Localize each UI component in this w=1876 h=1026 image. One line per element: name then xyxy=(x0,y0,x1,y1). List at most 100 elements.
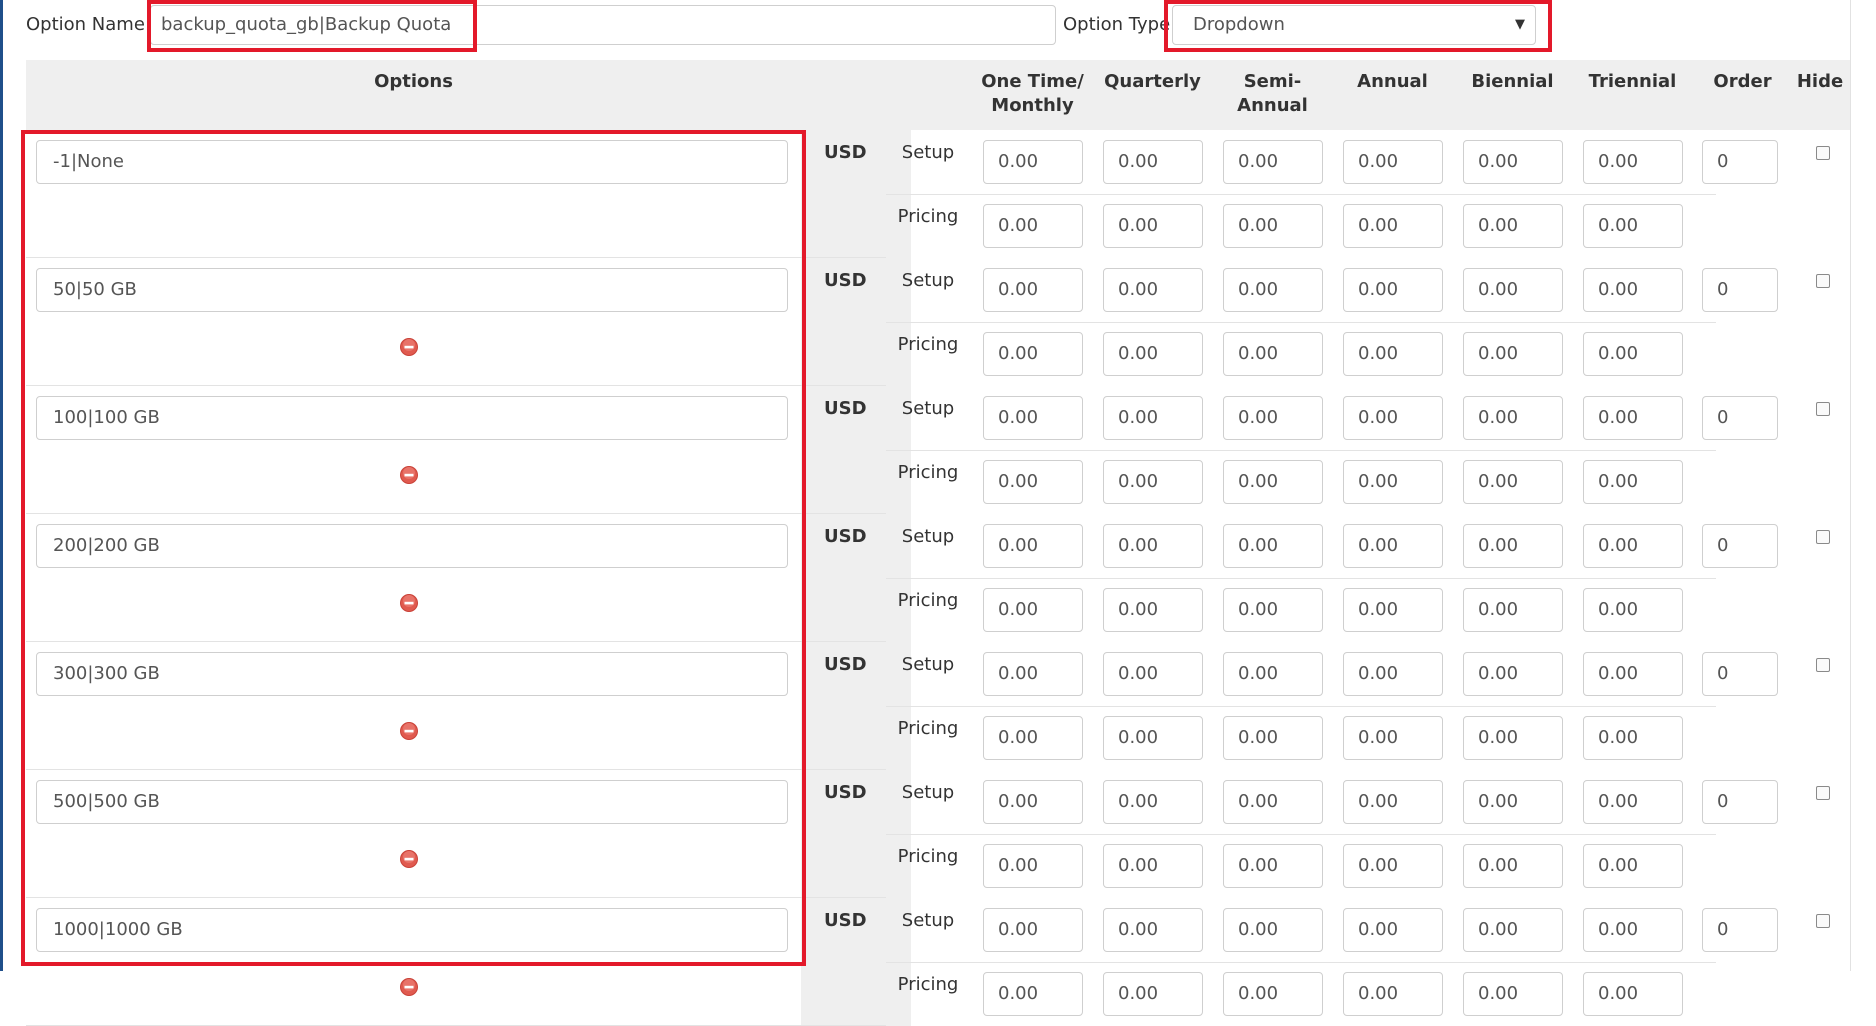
minus-circle-icon[interactable] xyxy=(400,978,418,996)
pricing-price-input[interactable]: 0.00 xyxy=(1103,204,1203,248)
setup-price-input[interactable]: 0.00 xyxy=(1343,652,1443,696)
hide-checkbox[interactable] xyxy=(1816,274,1830,288)
minus-circle-icon[interactable] xyxy=(400,850,418,868)
pricing-price-input[interactable]: 0.00 xyxy=(983,460,1083,504)
setup-price-input[interactable]: 0.00 xyxy=(1583,780,1683,824)
setup-price-input[interactable]: 0.00 xyxy=(1103,140,1203,184)
setup-price-input[interactable]: 0.00 xyxy=(1583,140,1683,184)
setup-price-input[interactable]: 0.00 xyxy=(1583,396,1683,440)
pricing-price-input[interactable]: 0.00 xyxy=(983,588,1083,632)
pricing-price-input[interactable]: 0.00 xyxy=(1463,332,1563,376)
order-input[interactable]: 0 xyxy=(1702,396,1778,440)
setup-price-input[interactable]: 0.00 xyxy=(1223,268,1323,312)
setup-price-input[interactable]: 0.00 xyxy=(983,524,1083,568)
pricing-price-input[interactable]: 0.00 xyxy=(1103,332,1203,376)
option-type-select[interactable]: Dropdown ▼ xyxy=(1172,5,1536,45)
setup-price-input[interactable]: 0.00 xyxy=(1463,652,1563,696)
hide-checkbox[interactable] xyxy=(1816,530,1830,544)
pricing-price-input[interactable]: 0.00 xyxy=(983,716,1083,760)
pricing-price-input[interactable]: 0.00 xyxy=(1463,844,1563,888)
pricing-price-input[interactable]: 0.00 xyxy=(1583,460,1683,504)
pricing-price-input[interactable]: 0.00 xyxy=(1343,844,1443,888)
setup-price-input[interactable]: 0.00 xyxy=(1343,908,1443,952)
pricing-price-input[interactable]: 0.00 xyxy=(1343,204,1443,248)
pricing-price-input[interactable]: 0.00 xyxy=(1103,716,1203,760)
pricing-price-input[interactable]: 0.00 xyxy=(1583,844,1683,888)
pricing-price-input[interactable]: 0.00 xyxy=(1583,972,1683,1016)
pricing-price-input[interactable]: 0.00 xyxy=(1223,332,1323,376)
pricing-price-input[interactable]: 0.00 xyxy=(1223,460,1323,504)
pricing-price-input[interactable]: 0.00 xyxy=(1463,204,1563,248)
order-input[interactable]: 0 xyxy=(1702,268,1778,312)
minus-circle-icon[interactable] xyxy=(400,466,418,484)
pricing-price-input[interactable]: 0.00 xyxy=(1343,332,1443,376)
pricing-price-input[interactable]: 0.00 xyxy=(1463,716,1563,760)
setup-price-input[interactable]: 0.00 xyxy=(1463,780,1563,824)
pricing-price-input[interactable]: 0.00 xyxy=(1583,588,1683,632)
pricing-price-input[interactable]: 0.00 xyxy=(1343,460,1443,504)
setup-price-input[interactable]: 0.00 xyxy=(1463,908,1563,952)
pricing-price-input[interactable]: 0.00 xyxy=(983,844,1083,888)
setup-price-input[interactable]: 0.00 xyxy=(1223,908,1323,952)
pricing-price-input[interactable]: 0.00 xyxy=(1583,332,1683,376)
setup-price-input[interactable]: 0.00 xyxy=(983,652,1083,696)
option-value-input[interactable]: 50|50 GB xyxy=(36,268,788,312)
pricing-price-input[interactable]: 0.00 xyxy=(1343,588,1443,632)
setup-price-input[interactable]: 0.00 xyxy=(1103,524,1203,568)
setup-price-input[interactable]: 0.00 xyxy=(1103,652,1203,696)
setup-price-input[interactable]: 0.00 xyxy=(1223,780,1323,824)
minus-circle-icon[interactable] xyxy=(400,594,418,612)
setup-price-input[interactable]: 0.00 xyxy=(1223,524,1323,568)
setup-price-input[interactable]: 0.00 xyxy=(1223,396,1323,440)
setup-price-input[interactable]: 0.00 xyxy=(983,908,1083,952)
hide-checkbox[interactable] xyxy=(1816,658,1830,672)
pricing-price-input[interactable]: 0.00 xyxy=(1223,716,1323,760)
pricing-price-input[interactable]: 0.00 xyxy=(1343,716,1443,760)
pricing-price-input[interactable]: 0.00 xyxy=(1583,204,1683,248)
pricing-price-input[interactable]: 0.00 xyxy=(983,332,1083,376)
order-input[interactable]: 0 xyxy=(1702,908,1778,952)
pricing-price-input[interactable]: 0.00 xyxy=(1583,716,1683,760)
pricing-price-input[interactable]: 0.00 xyxy=(1223,588,1323,632)
pricing-price-input[interactable]: 0.00 xyxy=(1223,844,1323,888)
hide-checkbox[interactable] xyxy=(1816,914,1830,928)
setup-price-input[interactable]: 0.00 xyxy=(1343,396,1443,440)
pricing-price-input[interactable]: 0.00 xyxy=(1103,460,1203,504)
minus-circle-icon[interactable] xyxy=(400,722,418,740)
pricing-price-input[interactable]: 0.00 xyxy=(1103,588,1203,632)
setup-price-input[interactable]: 0.00 xyxy=(983,396,1083,440)
setup-price-input[interactable]: 0.00 xyxy=(1343,780,1443,824)
setup-price-input[interactable]: 0.00 xyxy=(1103,396,1203,440)
setup-price-input[interactable]: 0.00 xyxy=(1343,524,1443,568)
pricing-price-input[interactable]: 0.00 xyxy=(983,972,1083,1016)
hide-checkbox[interactable] xyxy=(1816,146,1830,160)
option-value-input[interactable]: 100|100 GB xyxy=(36,396,788,440)
pricing-price-input[interactable]: 0.00 xyxy=(1463,588,1563,632)
pricing-price-input[interactable]: 0.00 xyxy=(1343,972,1443,1016)
setup-price-input[interactable]: 0.00 xyxy=(1343,268,1443,312)
pricing-price-input[interactable]: 0.00 xyxy=(1463,460,1563,504)
setup-price-input[interactable]: 0.00 xyxy=(1343,140,1443,184)
option-value-input[interactable]: -1|None xyxy=(36,140,788,184)
order-input[interactable]: 0 xyxy=(1702,780,1778,824)
setup-price-input[interactable]: 0.00 xyxy=(1103,780,1203,824)
setup-price-input[interactable]: 0.00 xyxy=(983,268,1083,312)
setup-price-input[interactable]: 0.00 xyxy=(1583,652,1683,696)
setup-price-input[interactable]: 0.00 xyxy=(1583,908,1683,952)
pricing-price-input[interactable]: 0.00 xyxy=(1103,844,1203,888)
pricing-price-input[interactable]: 0.00 xyxy=(1463,972,1563,1016)
setup-price-input[interactable]: 0.00 xyxy=(1103,268,1203,312)
pricing-price-input[interactable]: 0.00 xyxy=(983,204,1083,248)
order-input[interactable]: 0 xyxy=(1702,652,1778,696)
setup-price-input[interactable]: 0.00 xyxy=(1463,140,1563,184)
setup-price-input[interactable]: 0.00 xyxy=(1583,524,1683,568)
setup-price-input[interactable]: 0.00 xyxy=(1463,524,1563,568)
setup-price-input[interactable]: 0.00 xyxy=(983,140,1083,184)
option-value-input[interactable]: 1000|1000 GB xyxy=(36,908,788,952)
option-value-input[interactable]: 300|300 GB xyxy=(36,652,788,696)
setup-price-input[interactable]: 0.00 xyxy=(1583,268,1683,312)
pricing-price-input[interactable]: 0.00 xyxy=(1223,204,1323,248)
order-input[interactable]: 0 xyxy=(1702,524,1778,568)
setup-price-input[interactable]: 0.00 xyxy=(1463,396,1563,440)
option-value-input[interactable]: 500|500 GB xyxy=(36,780,788,824)
